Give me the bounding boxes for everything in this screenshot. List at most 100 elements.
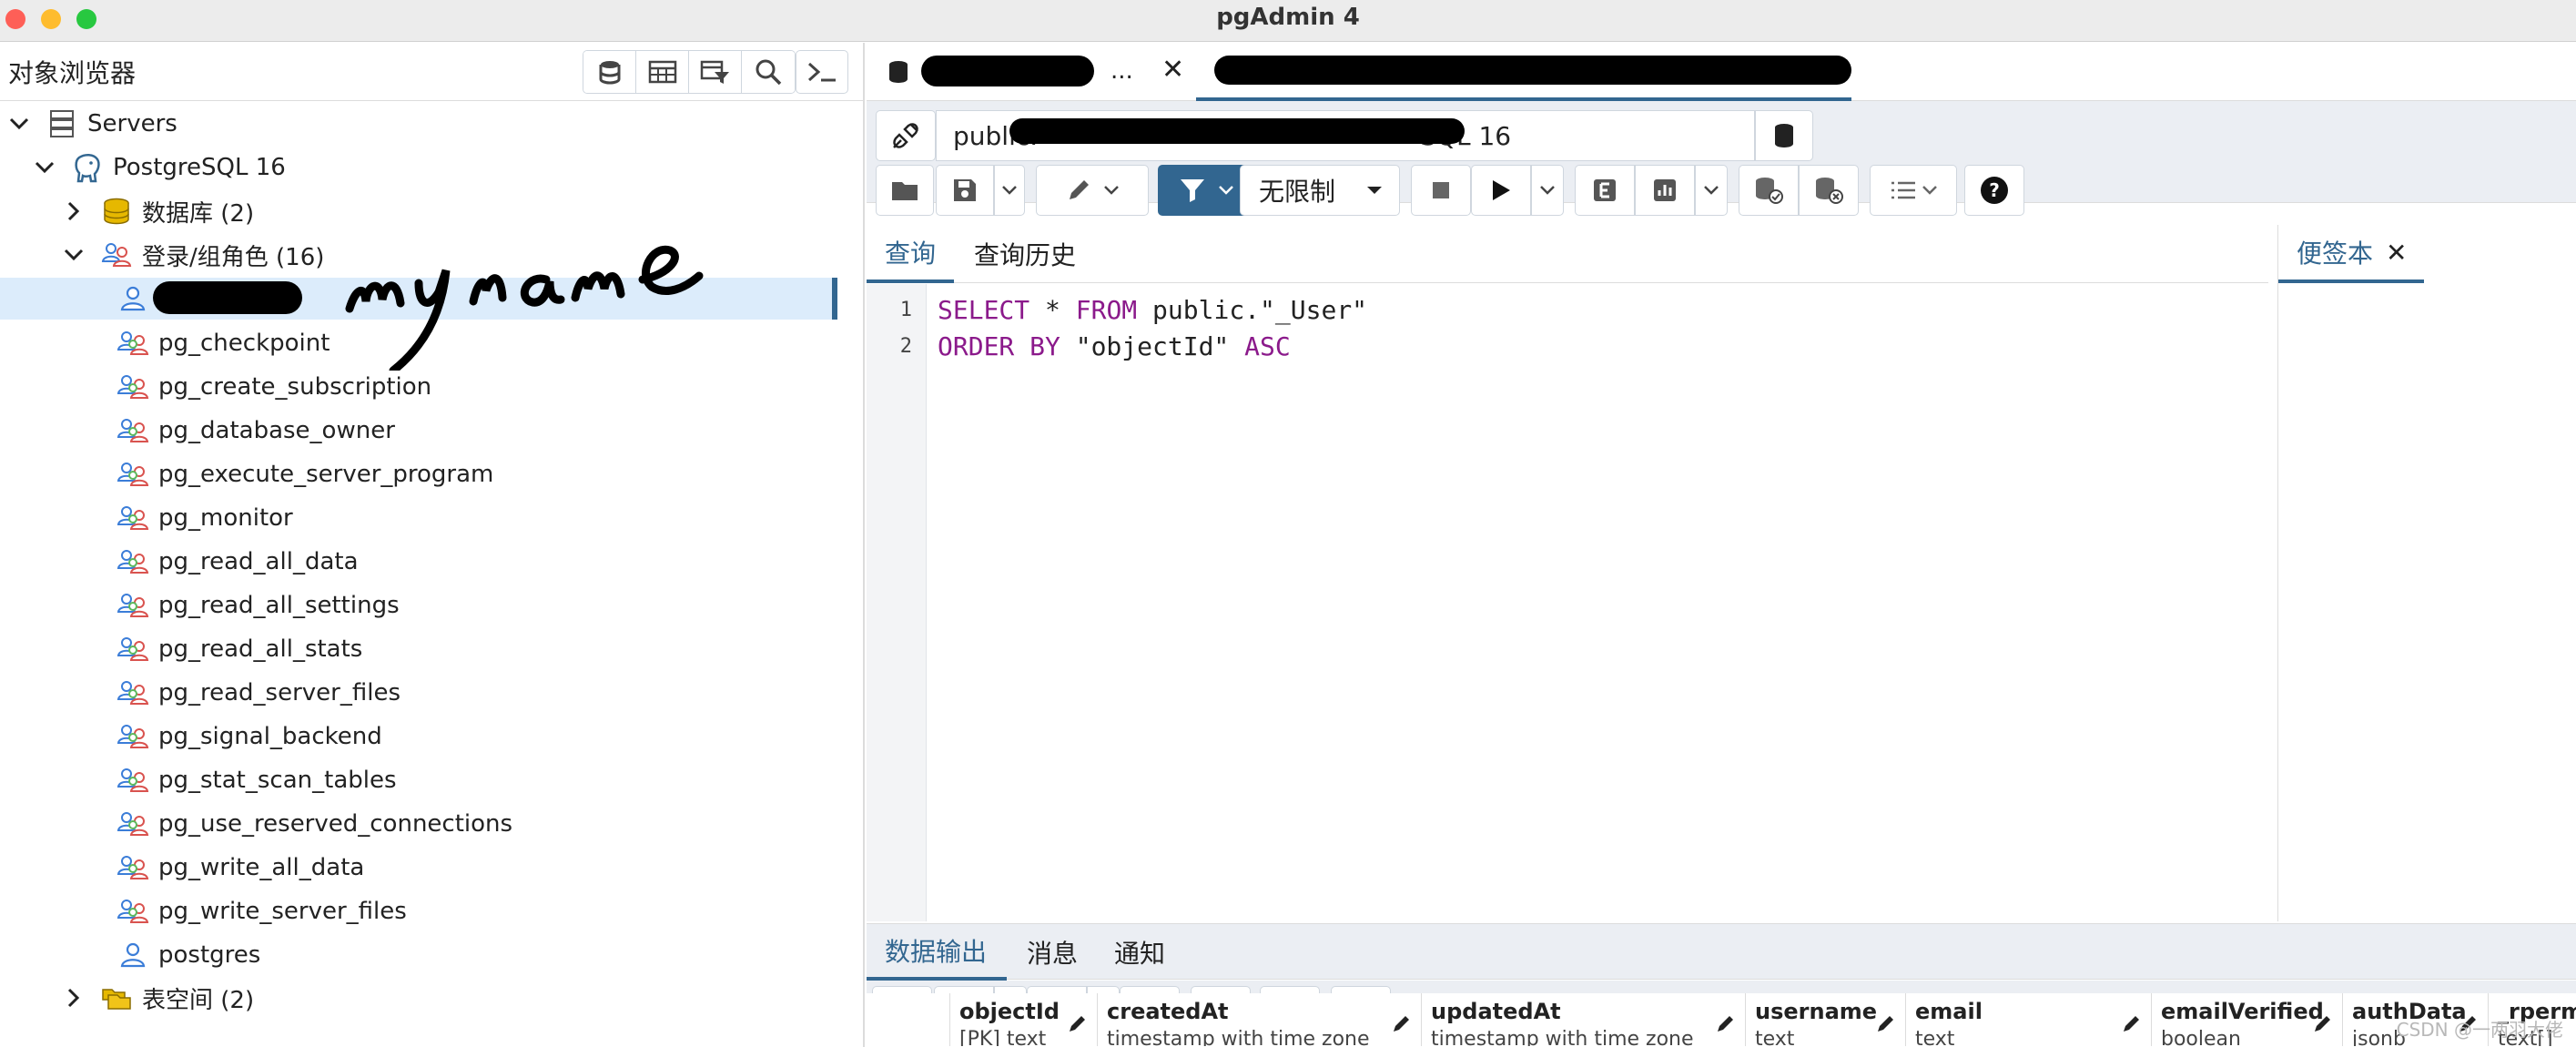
chevron-down-icon <box>1104 186 1119 195</box>
code-line: SELECT * FROM public."_User" <box>938 295 1367 325</box>
close-icon[interactable]: ✕ <box>2386 238 2407 268</box>
chevron-down-icon[interactable] <box>7 112 31 136</box>
edit-pencil-icon[interactable] <box>1876 1013 1896 1037</box>
tree-label: pg_write_all_data <box>158 854 365 881</box>
tree-node-role[interactable]: pg_read_all_data <box>0 541 837 583</box>
tab-scratch-pad[interactable]: 便签本 ✕ <box>2278 225 2424 283</box>
filter-icon <box>1181 179 1204 202</box>
play-icon <box>1493 180 1510 200</box>
tree-node-role[interactable]: pg_monitor <box>0 497 837 539</box>
edit-pencil-icon[interactable] <box>2313 1013 2333 1037</box>
explain-options-dropdown[interactable] <box>1695 165 1728 216</box>
column-header[interactable]: objectId [PK] text <box>950 993 1098 1046</box>
database-commit-icon <box>1756 178 1783 204</box>
tree-node-role[interactable]: pg_read_all_settings <box>0 584 837 626</box>
sql-editor[interactable]: 1 2 SELECT * FROM public."_User" ORDER B… <box>867 284 2268 921</box>
new-connection-button[interactable] <box>1755 110 1813 161</box>
tab-query-history[interactable]: 查询历史 <box>974 225 1076 283</box>
tree-node-role[interactable]: pg_signal_backend <box>0 716 837 757</box>
edit-pencil-icon[interactable] <box>1392 1013 1412 1037</box>
tree-node-tablespaces[interactable]: 表空间 (2) <box>0 977 837 1019</box>
column-header[interactable]: updatedAt timestamp with time zone <box>1422 993 1746 1046</box>
execute-options-dropdown[interactable] <box>1531 165 1564 216</box>
tree-label: pg_read_all_stats <box>158 635 363 663</box>
tree-node-role[interactable]: pg_write_server_files <box>0 890 837 932</box>
filter-table-icon <box>700 60 729 84</box>
chevron-right-icon[interactable] <box>62 986 86 1010</box>
row-number-header <box>867 993 950 1046</box>
tree-node-role[interactable]: pg_write_all_data <box>0 847 837 889</box>
connection-status-button[interactable] <box>876 110 936 161</box>
column-header[interactable]: email text <box>1906 993 2152 1046</box>
sql-text: "objectId" <box>1060 331 1245 361</box>
search-objects-button[interactable] <box>742 51 795 93</box>
save-button[interactable] <box>936 165 994 216</box>
column-type: timestamp with time zone <box>1431 1028 1694 1046</box>
tree-label: pg_database_owner <box>158 417 395 444</box>
tree-node-role[interactable]: pg_create_subscription <box>0 366 837 408</box>
tree-node-role[interactable]: pg_read_all_stats <box>0 628 837 670</box>
column-header[interactable]: createdAt timestamp with time zone <box>1098 993 1422 1046</box>
tree-node-role[interactable]: pg_use_reserved_connections <box>0 803 837 845</box>
line-number: 1 <box>899 299 912 321</box>
rollback-button[interactable] <box>1799 165 1859 216</box>
tab-query[interactable]: 查询 <box>867 225 954 283</box>
filtered-rows-button[interactable] <box>689 51 742 93</box>
psql-tool-button[interactable] <box>796 50 848 94</box>
execute-button[interactable] <box>1471 165 1531 216</box>
tree-label: pg_stat_scan_tables <box>158 767 397 794</box>
macros-button[interactable] <box>1870 165 1957 216</box>
commit-button[interactable] <box>1739 165 1799 216</box>
chevron-right-icon[interactable] <box>62 199 86 223</box>
tab-messages[interactable]: 消息 <box>1027 924 1078 981</box>
group-roles-icon <box>98 239 135 270</box>
explain-analyze-button[interactable] <box>1635 165 1695 216</box>
column-type: timestamp with time zone <box>1107 1028 1370 1046</box>
tree-label: Servers <box>87 110 177 137</box>
query-tab[interactable]: ... ✕ <box>867 43 1194 101</box>
row-limit-select[interactable]: 无限制 <box>1240 165 1400 216</box>
chevron-down-icon[interactable] <box>62 243 86 267</box>
column-header[interactable]: emailVerified boolean <box>2152 993 2343 1046</box>
group-role-icon <box>115 459 151 490</box>
column-name: updatedAt <box>1431 999 1561 1024</box>
tree-node-role[interactable]: pg_checkpoint <box>0 322 837 364</box>
tree-node-role[interactable]: pg_read_server_files <box>0 672 837 714</box>
connection-select[interactable]: public. SQL 16 <box>936 110 1755 161</box>
redaction-mark <box>921 56 1094 86</box>
tab-notifications[interactable]: 通知 <box>1114 924 1165 981</box>
title-bar: pgAdmin 4 <box>0 0 2576 42</box>
column-name: email <box>1915 999 1983 1024</box>
tree-label: pg_create_subscription <box>158 373 432 401</box>
tree-node-servers[interactable]: Servers <box>0 103 837 145</box>
tree-node-role[interactable]: pg_stat_scan_tables <box>0 759 837 801</box>
chevron-down-icon[interactable] <box>33 156 56 179</box>
explain-button[interactable] <box>1575 165 1635 216</box>
close-icon[interactable]: ✕ <box>1161 54 1184 86</box>
stop-button[interactable] <box>1411 165 1471 216</box>
edit-pencil-icon[interactable] <box>2122 1013 2142 1037</box>
tree-node-server[interactable]: PostgreSQL 16 <box>0 147 837 188</box>
tree-node-role[interactable]: pg_execute_server_program <box>0 453 837 495</box>
help-button[interactable]: ? <box>1964 165 2024 216</box>
query-tool-panel: ... ✕ public. SQL 16 无限制 ? 查询 查询历史 1 2 S… <box>867 43 2576 1047</box>
tree-node-role[interactable]: postgres <box>0 934 837 976</box>
save-options-dropdown[interactable] <box>994 165 1025 216</box>
column-name: emailVerified <box>2161 999 2324 1024</box>
object-browser-toolbar <box>583 50 796 94</box>
svg-text:?: ? <box>1989 179 2000 201</box>
column-header[interactable]: username text <box>1746 993 1906 1046</box>
tab-data-output[interactable]: 数据输出 <box>867 924 1007 981</box>
open-file-button[interactable] <box>876 165 934 216</box>
caret-down-icon <box>1367 187 1382 194</box>
code-line: ORDER BY "objectId" ASC <box>938 331 1291 361</box>
edit-menu-button[interactable] <box>1036 165 1149 216</box>
edit-pencil-icon[interactable] <box>1068 1013 1088 1037</box>
query-tab-active[interactable] <box>1196 43 1851 101</box>
view-data-button[interactable] <box>636 51 689 93</box>
edit-pencil-icon[interactable] <box>1716 1013 1736 1037</box>
window-title: pgAdmin 4 <box>1216 4 1360 31</box>
tree-node-role[interactable]: pg_database_owner <box>0 410 837 452</box>
user-role-icon <box>115 940 151 971</box>
query-tool-button[interactable] <box>583 51 636 93</box>
